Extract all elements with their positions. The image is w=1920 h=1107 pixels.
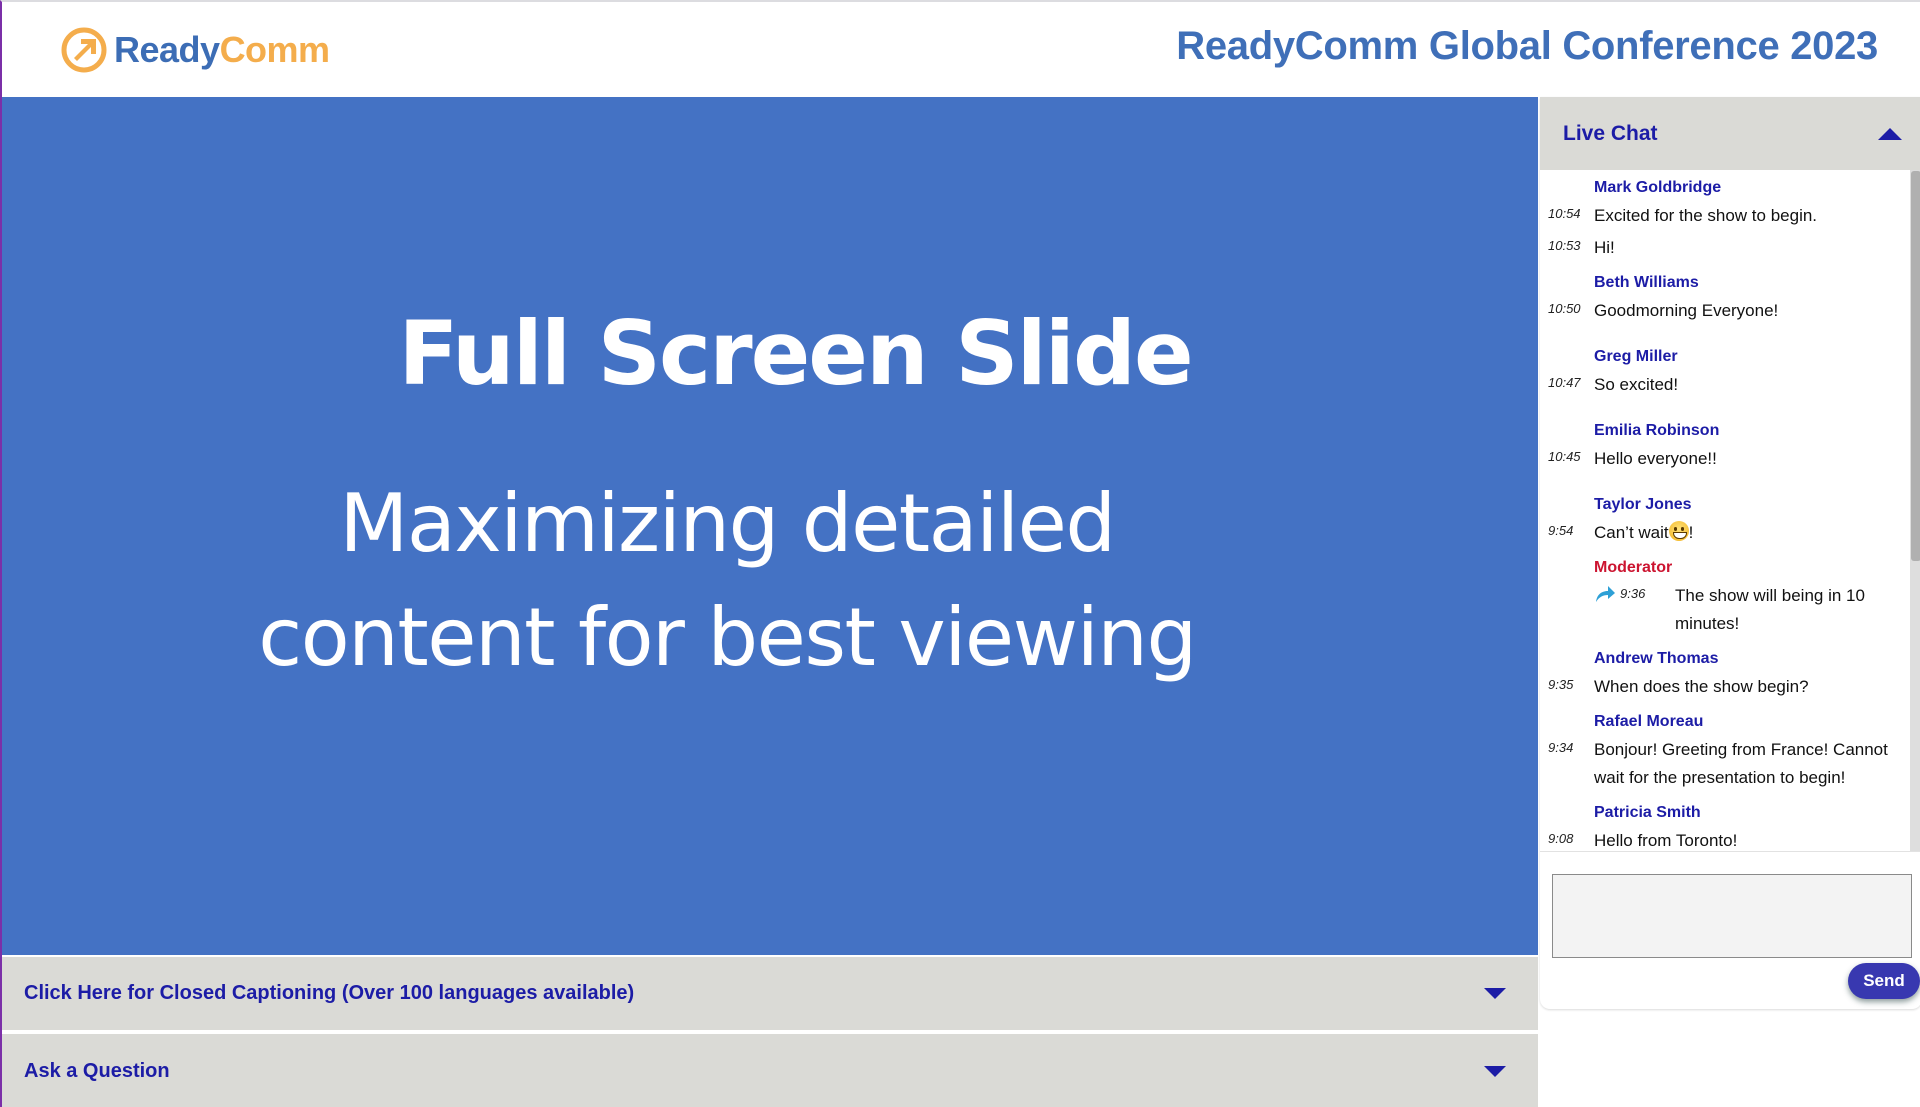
chat-message-list: Mark Goldbridge 10:54 Excited for the sh… (1540, 170, 1920, 852)
chevron-up-icon[interactable] (1878, 127, 1902, 140)
chat-text: Hi! (1594, 238, 1615, 257)
chat-timestamp: 10:54 (1548, 206, 1581, 221)
chat-message: 9:54 Can’t wait! (1540, 519, 1900, 547)
presentation-slide: Full Screen Slide Maximizing detailed co… (2, 97, 1538, 955)
live-chat-panel: Live Chat Mark Goldbridge 10:54 Excited … (1540, 97, 1920, 1009)
chat-message: 9:08 Hello from Toronto! (1540, 827, 1900, 851)
chat-text: Excited for the show to begin. (1594, 206, 1818, 225)
chat-sender: Rafael Moreau (1594, 713, 1704, 730)
chat-timestamp: 9:34 (1548, 740, 1574, 755)
chat-message: 9:35 When does the show begin? (1540, 673, 1900, 701)
chat-message: 9:34 Bonjour! Greeting from France! Cann… (1540, 736, 1900, 792)
ask-question-toggle[interactable]: Ask a Question (2, 1034, 1538, 1107)
chat-text: When does the show begin? (1594, 677, 1809, 696)
chat-message: 10:45 Hello everyone!! (1540, 445, 1900, 473)
live-chat-header[interactable]: Live Chat (1540, 97, 1920, 170)
chat-message: 10:47 So excited! (1540, 371, 1900, 399)
event-title: ReadyComm Global Conference 2023 (1176, 24, 1878, 68)
chat-message: 10:54 Excited for the show to begin. (1540, 202, 1900, 230)
app-root: ReadyComm ReadyComm Global Conference 20… (0, 0, 1920, 1107)
send-button[interactable]: Send (1848, 963, 1920, 999)
slide-subtitle-line-1: Maximizing detailed (339, 477, 1116, 570)
chat-timestamp: 9:54 (1548, 523, 1574, 538)
chat-timestamp: 10:47 (1548, 375, 1581, 390)
chat-message-moderator: 9:36 The show will being in 10 minutes! (1540, 582, 1900, 638)
chat-text: Goodmorning Everyone! (1594, 301, 1779, 320)
slide-subtitle-line-2: content for best viewing (258, 591, 1197, 684)
chat-text-part: Can’t wait (1594, 523, 1669, 542)
chat-text: Hello from Toronto! (1594, 831, 1738, 850)
chat-sender: Mark Goldbridge (1594, 179, 1722, 196)
logo-text: ReadyComm (114, 29, 330, 71)
ask-question-label: Ask a Question (24, 1060, 170, 1082)
arrow-circle-icon (61, 27, 107, 73)
chat-message: 10:50 Goodmorning Everyone! (1540, 297, 1900, 325)
chat-timestamp: 9:35 (1548, 677, 1574, 692)
slide-title: Full Screen Slide (398, 302, 1193, 405)
chat-sender: Patricia Smith (1594, 804, 1701, 821)
logo-text-ready: Ready (114, 29, 220, 70)
chat-sender-moderator: Moderator (1594, 559, 1673, 576)
slide-subtitle: Maximizing detailed content for best vie… (202, 467, 1252, 695)
chat-sender: Greg Miller (1594, 348, 1678, 365)
logo[interactable]: ReadyComm (60, 24, 330, 76)
header: ReadyComm ReadyComm Global Conference 20… (2, 2, 1920, 97)
chat-scrollbar-thumb[interactable] (1911, 171, 1920, 561)
closed-captioning-toggle[interactable]: Click Here for Closed Captioning (Over 1… (2, 957, 1538, 1030)
chat-sender: Emilia Robinson (1594, 422, 1720, 439)
chat-timestamp: 9:08 (1548, 831, 1574, 846)
chat-text-part: ! (1688, 523, 1694, 542)
chevron-down-icon (1484, 1066, 1506, 1077)
chat-timestamp: 10:53 (1548, 238, 1581, 253)
share-arrow-icon (1594, 582, 1620, 612)
chat-message: 10:53 Hi! (1540, 234, 1900, 262)
chat-text: The show will being in 10 minutes! (1675, 586, 1865, 633)
chat-message-input[interactable] (1552, 874, 1912, 958)
closed-captioning-label: Click Here for Closed Captioning (Over 1… (24, 982, 635, 1004)
chat-text: Hello everyone!! (1594, 449, 1717, 468)
chat-text: Bonjour! Greeting from France! Cannot wa… (1594, 740, 1888, 787)
chat-text: Can’t wait! (1594, 519, 1900, 547)
chat-timestamp: 10:45 (1548, 449, 1581, 464)
chat-sender: Andrew Thomas (1594, 650, 1719, 667)
chat-timestamp: 10:50 (1548, 301, 1581, 316)
grinning-face-emoji-icon (1668, 521, 1689, 541)
chat-text: So excited! (1594, 375, 1679, 394)
chat-sender: Taylor Jones (1594, 496, 1692, 513)
chat-timestamp: 9:36 (1620, 586, 1646, 601)
logo-text-comm: Comm (219, 29, 331, 70)
chat-scrollbar[interactable] (1910, 170, 1920, 851)
chat-sender: Beth Williams (1594, 274, 1699, 291)
live-chat-title: Live Chat (1563, 121, 1658, 145)
chevron-down-icon (1484, 988, 1506, 999)
